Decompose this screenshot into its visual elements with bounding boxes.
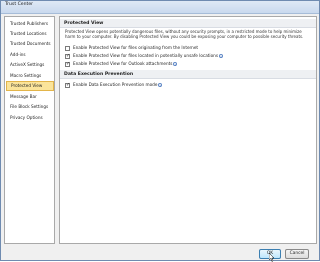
outlook-attachments-checkbox[interactable]: ✓: [65, 60, 71, 67]
dep-mode-label: Enable Data Execution Prevention mode: [73, 82, 158, 87]
internet-files-label: Enable Protected View for files originat…: [73, 45, 199, 50]
protected-view-header: Protected View: [60, 19, 316, 28]
sidebar-item-protected-view[interactable]: Protected View: [6, 81, 54, 91]
dep-mode-checkbox[interactable]: ✓: [65, 81, 71, 88]
sidebar-item-privacy-options[interactable]: Privacy Options: [6, 113, 54, 123]
checkmark-icon: ✓: [66, 81, 71, 88]
unsafe-locations-label: Enable Protected View for files located …: [73, 53, 218, 58]
cancel-button[interactable]: Cancel: [285, 249, 309, 259]
checkmark-icon: ✓: [66, 60, 71, 67]
option-outlook-attachments[interactable]: ✓ Enable Protected View for Outlook attac…: [65, 60, 178, 67]
sidebar-item-activex-settings[interactable]: ActiveX Settings: [6, 60, 54, 70]
sidebar: Trusted Publishers Trusted Locations Tru…: [4, 16, 55, 244]
option-unsafe-locations[interactable]: ✓ Enable Protected View for files located…: [65, 52, 223, 59]
info-icon: i: [219, 54, 223, 59]
trust-center-dialog: Trust Center Trusted Publishers Trusted …: [0, 0, 320, 262]
sidebar-item-file-block-settings[interactable]: File Block Settings: [6, 102, 54, 112]
sidebar-item-add-ins[interactable]: Add-ins: [6, 50, 54, 60]
internet-files-checkbox[interactable]: [65, 45, 70, 51]
window-title: Trust Center: [5, 2, 34, 7]
sidebar-item-message-bar[interactable]: Message Bar: [6, 92, 54, 102]
sidebar-item-trusted-documents[interactable]: Trusted Documents: [6, 39, 54, 49]
protected-view-description: Protected View opens potentially dangero…: [65, 29, 304, 40]
option-internet-files[interactable]: Enable Protected View for files originat…: [65, 44, 198, 51]
title-bar: Trust Center: [1, 1, 319, 14]
sidebar-item-trusted-locations[interactable]: Trusted Locations: [6, 29, 54, 39]
unsafe-locations-checkbox[interactable]: ✓: [65, 52, 71, 59]
info-icon: i: [173, 62, 178, 67]
info-icon: i: [158, 83, 163, 88]
settings-panel: Protected View Protected View opens pote…: [59, 16, 317, 244]
sidebar-item-trusted-publishers[interactable]: Trusted Publishers: [6, 19, 54, 29]
dep-header: Data Execution Prevention: [60, 70, 316, 79]
sidebar-item-macro-settings[interactable]: Macro Settings: [6, 71, 54, 81]
outlook-attachments-label: Enable Protected View for Outlook attach…: [73, 61, 173, 66]
option-dep-mode[interactable]: ✓ Enable Data Execution Prevention mode i: [65, 81, 163, 88]
checkmark-icon: ✓: [66, 52, 71, 59]
